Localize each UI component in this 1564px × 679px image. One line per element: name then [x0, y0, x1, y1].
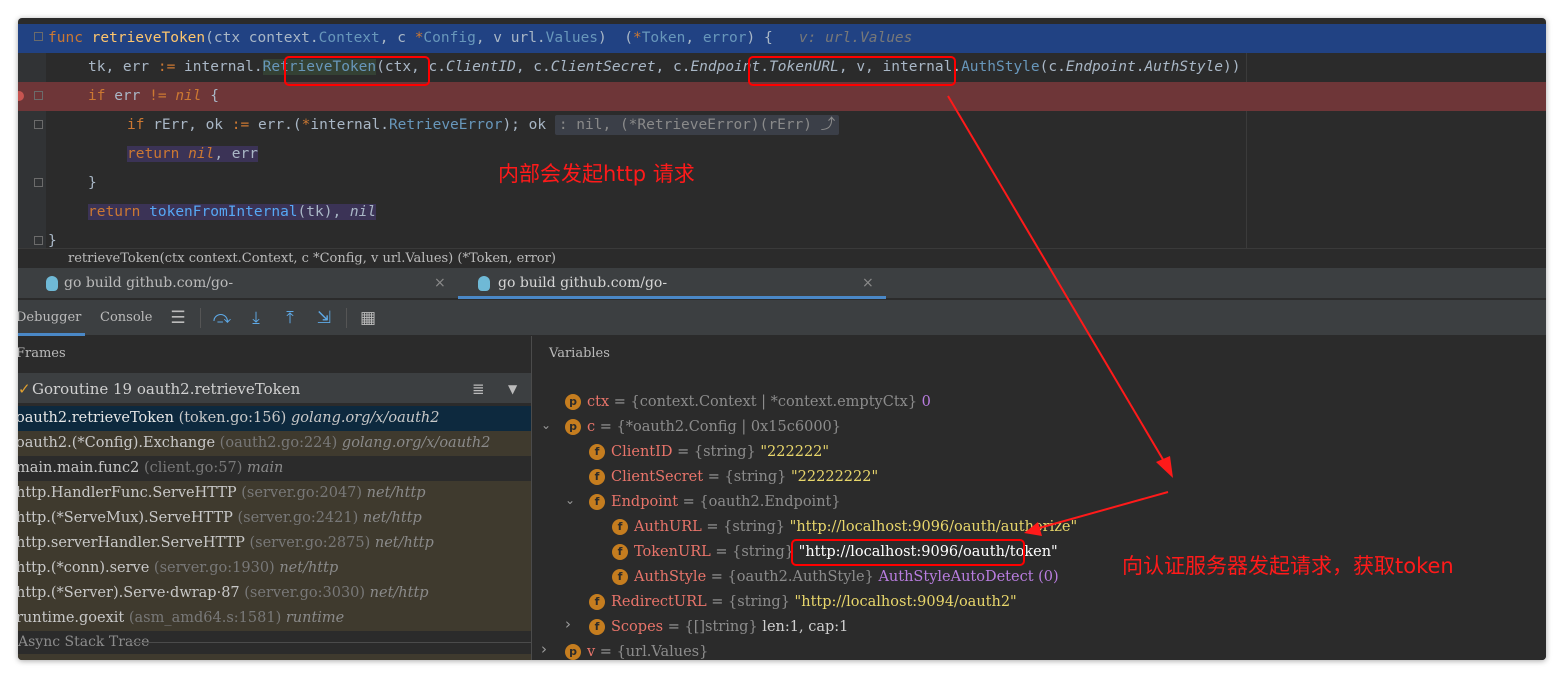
annotation-arrow-down [947, 95, 1169, 469]
annotation-auth-server: 向认证服务器发起请求，获取token [1122, 554, 1454, 578]
annotation-internal-request: 内部会发起http 请求 [498, 162, 695, 186]
annotation-arrow-left [1031, 491, 1169, 531]
arrowhead-icon [1024, 522, 1042, 536]
ide-window: func retrieveToken(ctx context.Context, … [18, 18, 1546, 660]
arrowhead-icon [1156, 456, 1173, 478]
